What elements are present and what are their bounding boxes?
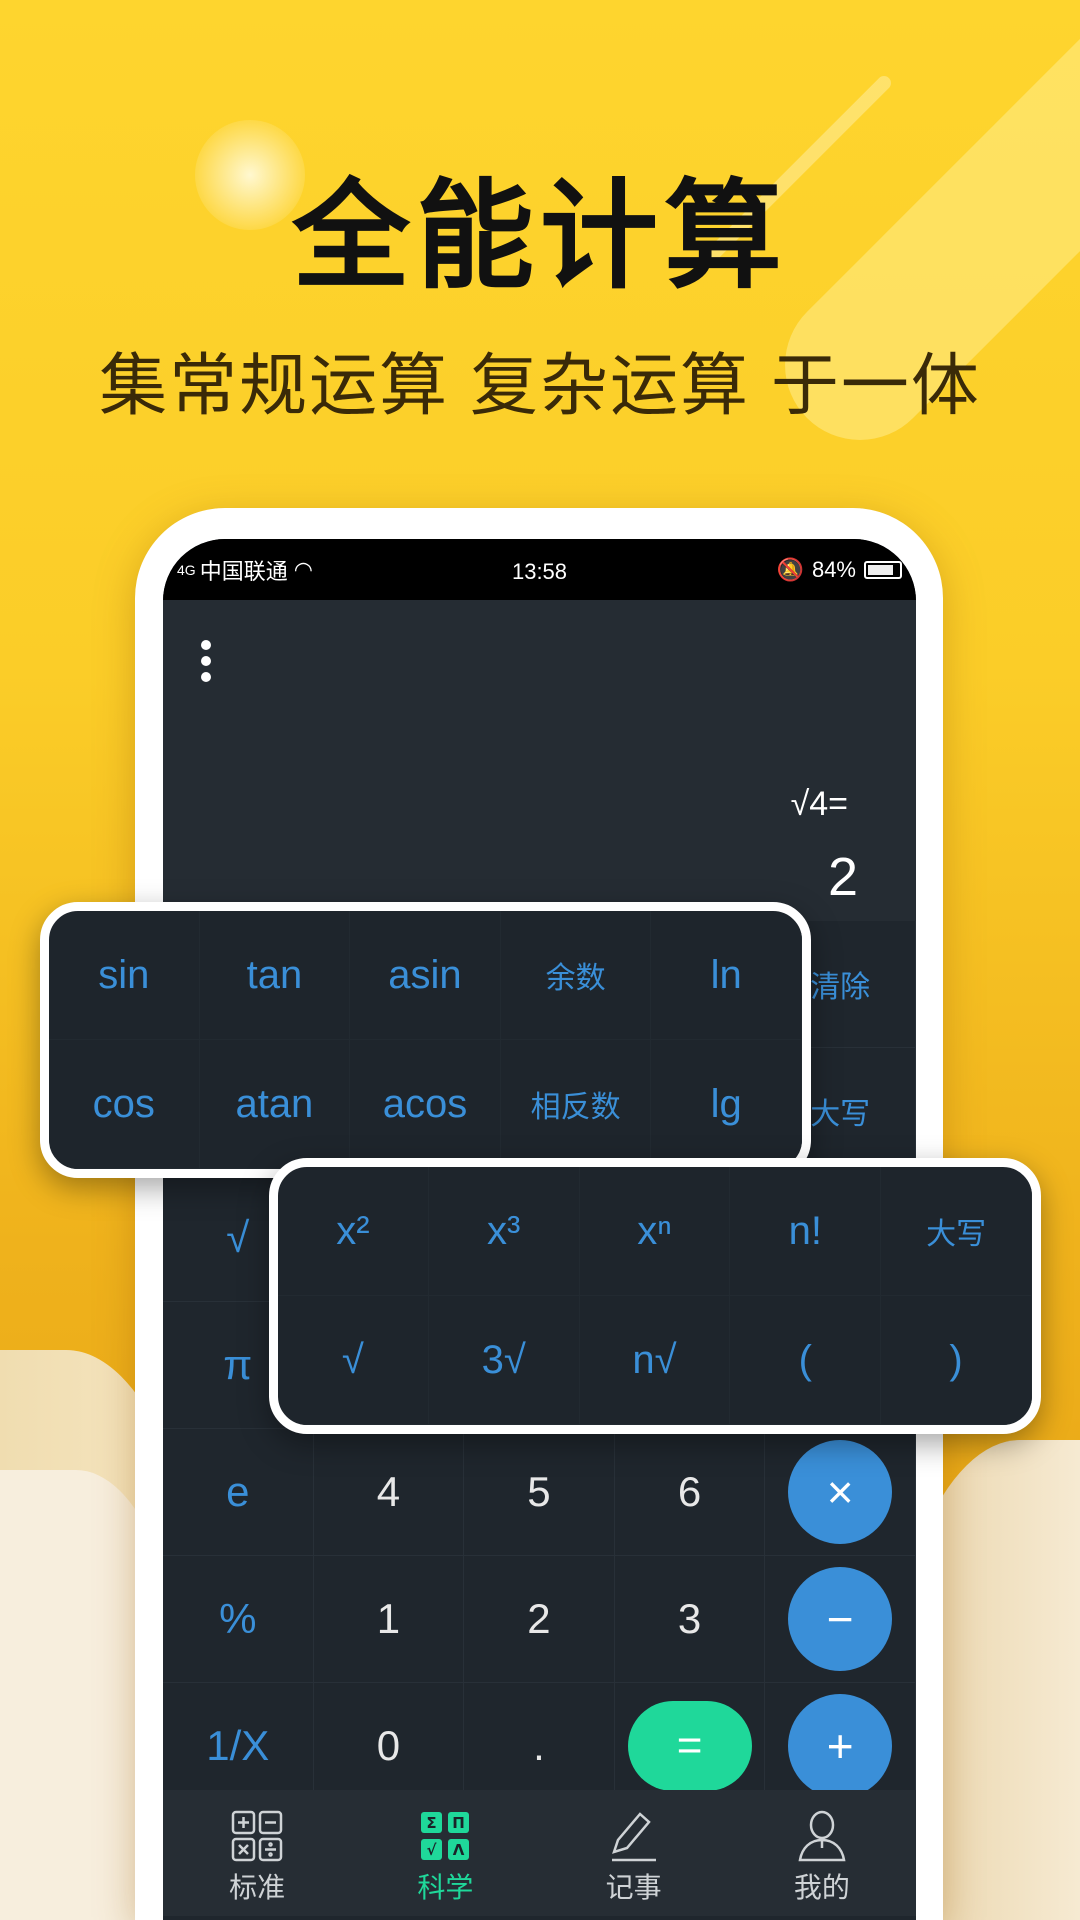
function-key[interactable]: 大写 — [881, 1167, 1032, 1296]
key-cell[interactable]: e — [163, 1429, 314, 1556]
key-cell[interactable]: 3 — [614, 1556, 766, 1683]
svg-text:Λ: Λ — [453, 1841, 465, 1859]
key-cell[interactable]: 2 — [464, 1556, 615, 1683]
function-key[interactable]: cos — [49, 1040, 200, 1169]
function-key[interactable]: ) — [881, 1296, 1032, 1425]
more-menu-icon[interactable] — [201, 640, 213, 682]
function-key[interactable]: lg — [651, 1040, 802, 1169]
function-key[interactable]: 相反数 — [500, 1040, 652, 1169]
key-cell[interactable]: % — [163, 1556, 314, 1683]
pencil-icon — [611, 1812, 656, 1862]
tab-label: 我的 — [793, 1872, 850, 1903]
tab-label: 科学 — [417, 1872, 474, 1903]
calculator-icon — [231, 1810, 283, 1862]
key-cell[interactable]: 4 — [313, 1429, 465, 1556]
result-text: 2 — [827, 847, 858, 907]
tab-profile[interactable]: 我的 — [728, 1790, 916, 1916]
key-cell[interactable]: × — [765, 1429, 916, 1556]
key-cell[interactable]: 6 — [614, 1429, 766, 1556]
key-label: + — [788, 1694, 893, 1798]
key-cell[interactable]: 1 — [313, 1556, 465, 1683]
expression-text: √4= — [790, 785, 848, 823]
key-cell[interactable]: 5 — [464, 1429, 615, 1556]
function-key[interactable]: acos — [350, 1040, 501, 1169]
tab-standard[interactable]: 标准 — [163, 1790, 351, 1916]
promo-title: 全能计算 — [291, 171, 788, 303]
trig-function-panel: sin tan asin 余数 ln cos atan acos 相反数 lg — [40, 902, 811, 1178]
key-label: × — [788, 1440, 893, 1544]
tab-label: 记事 — [605, 1872, 662, 1903]
tab-science[interactable]: Σ Π √ Λ 科学 — [351, 1790, 539, 1916]
key-cell[interactable]: − — [765, 1556, 916, 1683]
function-key[interactable]: tan — [199, 911, 351, 1040]
promo-subtitle: 集常规运算 复杂运算 于一体 — [99, 348, 981, 424]
function-key[interactable]: sin — [49, 911, 200, 1040]
function-key[interactable]: x³ — [428, 1167, 580, 1296]
bottom-tab-bar: 标准 Σ Π √ Λ 科学 记事 我的 — [163, 1790, 916, 1916]
calculator-display: √4= 2 — [163, 600, 916, 921]
clock: 13:58 — [511, 559, 568, 584]
function-key[interactable]: n! — [730, 1167, 882, 1296]
science-icon: Σ Π √ Λ — [421, 1812, 470, 1860]
function-key[interactable]: ( — [730, 1296, 882, 1425]
svg-text:√: √ — [427, 1841, 438, 1859]
function-key[interactable]: 3√ — [428, 1296, 580, 1425]
status-bar: 4G 中国联通 ◠ 13:58 🔕 84% — [163, 539, 916, 600]
function-key[interactable]: atan — [199, 1040, 351, 1169]
function-key[interactable]: n√ — [579, 1296, 731, 1425]
function-key[interactable]: asin — [350, 911, 501, 1040]
function-key[interactable]: xⁿ — [579, 1167, 731, 1296]
tab-notes[interactable]: 记事 — [540, 1790, 728, 1916]
function-key[interactable]: ln — [651, 911, 802, 1040]
key-label: − — [788, 1567, 893, 1671]
power-function-panel: x² x³ xⁿ n! 大写 √ 3√ n√() — [269, 1158, 1041, 1434]
function-key[interactable]: 余数 — [500, 911, 652, 1040]
user-icon — [798, 1810, 846, 1862]
svg-text:Σ: Σ — [427, 1814, 437, 1832]
svg-text:Π: Π — [453, 1814, 466, 1832]
function-key[interactable]: √ — [278, 1296, 429, 1425]
key-label: = — [627, 1701, 752, 1791]
tab-label: 标准 — [229, 1872, 286, 1903]
function-key[interactable]: x² — [278, 1167, 429, 1296]
